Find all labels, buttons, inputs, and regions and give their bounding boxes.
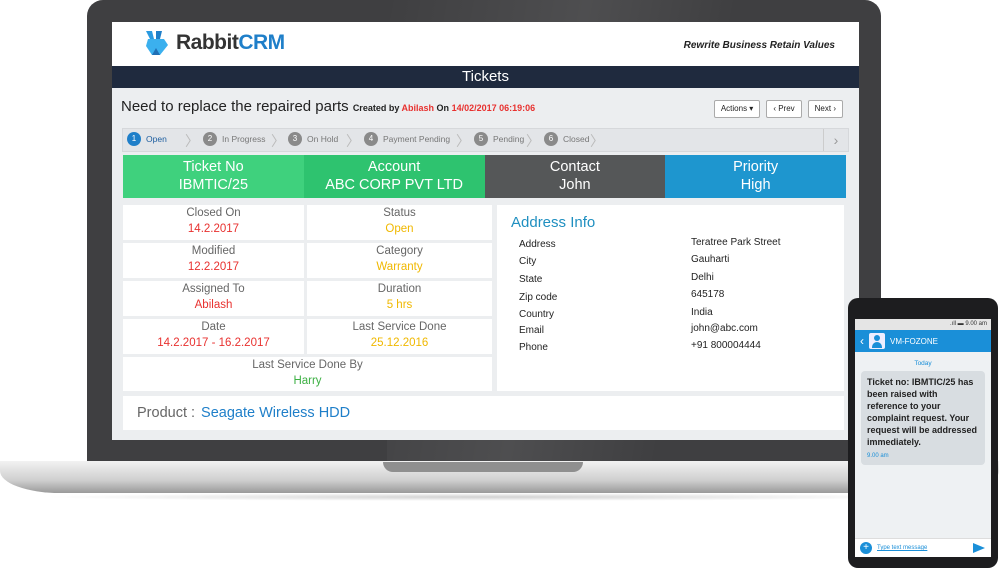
rabbit-logo-icon — [146, 31, 168, 55]
country-value: India — [691, 307, 713, 318]
tile-priority: Priority High — [665, 155, 846, 198]
ticket-subject: Need to replace the repaired parts Creat… — [121, 98, 535, 115]
city-value: Gauharti — [691, 254, 730, 265]
date-divider: Today — [914, 360, 932, 367]
step-chevron-icon: 〉 — [456, 133, 470, 149]
prev-button[interactable]: ‹ Prev — [766, 100, 802, 118]
created-on: 14/02/2017 06:19:06 — [451, 103, 536, 113]
email-label: Email — [519, 325, 545, 336]
phone-label: Phone — [519, 342, 548, 353]
step-chevron-icon: 〉 — [590, 133, 604, 149]
sms-message-text: Ticket no: IBMTIC/25 has been raised wit… — [867, 377, 978, 447]
step-on-hold[interactable]: 3 On Hold — [288, 132, 338, 146]
page-title: Tickets — [112, 66, 859, 88]
add-attachment-icon[interactable]: + — [860, 542, 872, 554]
detail-closed-on: Closed On 14.2.2017 — [123, 205, 304, 240]
step-closed[interactable]: 6 Closed — [544, 132, 589, 146]
country-label: Country — [519, 309, 555, 320]
laptop-shadow — [40, 493, 920, 501]
sms-text-input[interactable]: Type text message — [877, 545, 973, 551]
logo-text: RabbitCRM — [176, 31, 285, 54]
phone-value[interactable]: +91 800004444 — [691, 340, 761, 351]
app-header: RabbitCRM Rewrite Business Retain Values — [112, 22, 859, 66]
subject-text: Need to replace the repaired parts — [121, 98, 349, 115]
tagline: Rewrite Business Retain Values — [683, 40, 835, 51]
detail-date: Date 14.2.2017 - 16.2.2017 — [123, 319, 304, 354]
sms-input-bar: + Type text message — [855, 538, 991, 557]
next-button[interactable]: Next › — [807, 100, 843, 118]
product-value[interactable]: Seagate Wireless HDD — [201, 405, 350, 421]
step-chevron-icon: 〉 — [185, 133, 199, 149]
sms-sender: VM-FOZONE — [890, 336, 938, 346]
back-arrow-icon[interactable]: ‹ — [855, 334, 869, 348]
status-steps: 1 Open 〉 2 In Progress 〉 3 On Hold 〉 4 Payme… — [122, 128, 849, 152]
state-value: Delhi — [691, 272, 714, 283]
zip-label: Zip code — [519, 292, 558, 303]
step-pending[interactable]: 5 Pending — [474, 132, 524, 146]
product-label: Product : — [137, 405, 196, 421]
contact-avatar-icon — [869, 333, 885, 349]
tile-account[interactable]: Account ABC CORP PVT LTD — [303, 155, 485, 198]
step-chevron-icon: 〉 — [271, 133, 285, 149]
step-open[interactable]: 1 Open — [127, 132, 167, 146]
ticket-nav-buttons: Actions ▾ ‹ Prev Next › — [713, 100, 843, 118]
sms-header: ‹ VM-FOZONE — [855, 330, 991, 352]
tile-ticket-no: Ticket No IBMTIC/25 — [123, 155, 304, 198]
phone-status-bar: .ıll ▬ 9.00 am — [855, 319, 991, 330]
detail-category: Category Warranty — [307, 243, 492, 278]
detail-modified: Modified 12.2.2017 — [123, 243, 304, 278]
city-label: City — [519, 256, 537, 267]
sms-time: 9.00 am — [867, 453, 889, 459]
detail-status: Status Open — [307, 205, 492, 240]
state-label: State — [519, 274, 543, 285]
actions-button[interactable]: Actions ▾ — [713, 100, 761, 118]
step-in-progress[interactable]: 2 In Progress — [203, 132, 265, 146]
address-label: Address — [519, 239, 556, 250]
detail-last-service: Last Service Done 25.12.2016 — [307, 319, 492, 354]
tile-contact[interactable]: Contact John — [484, 155, 666, 198]
created-meta: Created by Abilash On 14/02/2017 06:19:0… — [352, 103, 536, 113]
phone-screen: .ıll ▬ 9.00 am ‹ VM-FOZONE Today Ticket … — [855, 319, 991, 557]
step-chevron-icon: 〉 — [526, 133, 540, 149]
created-by-link[interactable]: Abilash — [402, 103, 435, 113]
address-value: Teratree Park Street — [691, 237, 781, 248]
email-value[interactable]: john@abc.com — [691, 323, 758, 334]
step-payment-pending[interactable]: 4 Payment Pending — [364, 132, 450, 146]
zip-value: 645178 — [691, 289, 725, 300]
sms-message-bubble: Ticket no: IBMTIC/25 has been raised wit… — [861, 371, 985, 465]
detail-assigned-to: Assigned To Abilash — [123, 281, 304, 316]
address-info-panel: Address Info Address Teratree Park Stree… — [497, 205, 844, 391]
product-row: Product : Seagate Wireless HDD — [123, 396, 844, 430]
summary-tiles: Ticket No IBMTIC/25 Account ABC CORP PVT L… — [123, 155, 846, 198]
detail-duration: Duration 5 hrs — [307, 281, 492, 316]
detail-last-service-by: Last Service Done By Harry — [123, 357, 492, 391]
phone-device: .ıll ▬ 9.00 am ‹ VM-FOZONE Today Ticket … — [848, 298, 998, 568]
address-title: Address Info — [511, 214, 596, 231]
crm-screen: RabbitCRM Rewrite Business Retain Values… — [112, 22, 859, 440]
send-icon[interactable] — [973, 543, 985, 553]
steps-scroll-right-icon[interactable]: › — [823, 129, 848, 151]
step-chevron-icon: 〉 — [346, 133, 360, 149]
laptop-notch — [383, 462, 583, 472]
rabbitcrm-logo[interactable]: RabbitCRM — [142, 28, 285, 58]
